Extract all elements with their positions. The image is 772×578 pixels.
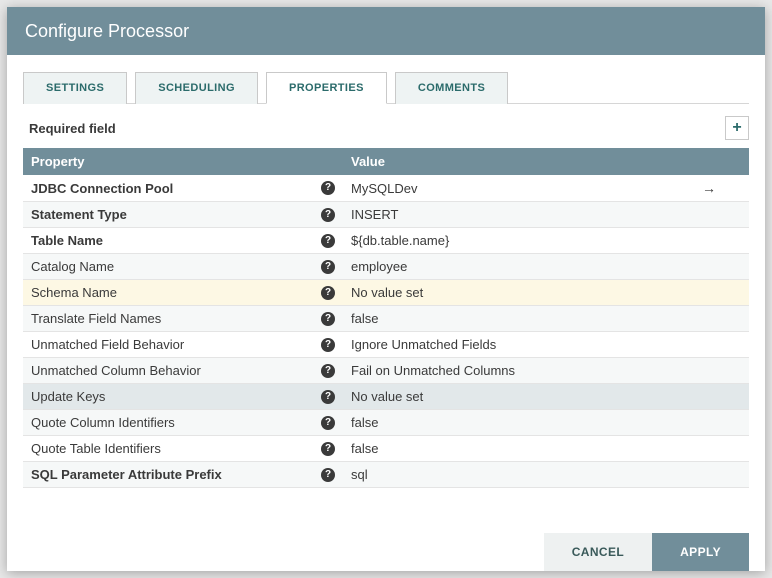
table-row[interactable]: Schema Name? No value set (23, 280, 749, 306)
cancel-button[interactable]: CANCEL (544, 533, 652, 571)
property-name: Translate Field Names (31, 311, 161, 326)
tab-settings[interactable]: SETTINGS (23, 72, 127, 104)
table-row[interactable]: JDBC Connection Pool? MySQLDev → (23, 175, 749, 202)
help-icon[interactable]: ? (321, 390, 335, 404)
help-icon[interactable]: ? (321, 416, 335, 430)
help-icon[interactable]: ? (321, 181, 335, 195)
help-icon[interactable]: ? (321, 234, 335, 248)
property-name: Quote Table Identifiers (31, 441, 161, 456)
table-row[interactable]: Unmatched Column Behavior? Fail on Unmatc… (23, 358, 749, 384)
property-value[interactable]: INSERT (343, 202, 669, 228)
help-icon[interactable]: ? (321, 338, 335, 352)
table-row[interactable]: SQL Parameter Attribute Prefix? sql (23, 462, 749, 488)
tab-comments[interactable]: COMMENTS (395, 72, 508, 104)
table-row[interactable]: Translate Field Names? false (23, 306, 749, 332)
dialog-body: SETTINGSSCHEDULINGPROPERTIESCOMMENTS Req… (7, 55, 765, 571)
property-value[interactable]: Ignore Unmatched Fields (343, 332, 669, 358)
help-icon[interactable]: ? (321, 364, 335, 378)
table-row[interactable]: Quote Table Identifiers? false (23, 436, 749, 462)
column-header-actions (669, 148, 749, 175)
help-icon[interactable]: ? (321, 312, 335, 326)
property-name: Table Name (31, 233, 103, 248)
properties-table: Property Value JDBC Connection Pool? MySQ… (23, 148, 749, 488)
required-field-label: Required field (29, 121, 116, 136)
property-value[interactable]: sql (343, 462, 669, 488)
table-row[interactable]: Table Name? ${db.table.name} (23, 228, 749, 254)
help-icon[interactable]: ? (321, 286, 335, 300)
dialog-title: Configure Processor (7, 7, 765, 55)
table-row[interactable]: Unmatched Field Behavior? Ignore Unmatche… (23, 332, 749, 358)
column-header-property: Property (23, 148, 343, 175)
plus-icon: + (732, 119, 741, 137)
table-row[interactable]: Update Keys? No value set (23, 384, 749, 410)
help-icon[interactable]: ? (321, 260, 335, 274)
property-name: Unmatched Field Behavior (31, 337, 184, 352)
property-name: SQL Parameter Attribute Prefix (31, 467, 222, 482)
property-value[interactable]: false (343, 436, 669, 462)
property-value[interactable]: false (343, 410, 669, 436)
help-icon[interactable]: ? (321, 442, 335, 456)
property-value[interactable]: MySQLDev (343, 175, 669, 202)
goto-service-icon[interactable]: → (702, 180, 716, 196)
help-icon[interactable]: ? (321, 468, 335, 482)
property-name: Unmatched Column Behavior (31, 363, 201, 378)
tab-bar: SETTINGSSCHEDULINGPROPERTIESCOMMENTS (23, 71, 749, 104)
property-value[interactable]: false (343, 306, 669, 332)
property-name: Quote Column Identifiers (31, 415, 175, 430)
table-row[interactable]: Statement Type? INSERT (23, 202, 749, 228)
table-row[interactable]: Catalog Name? employee (23, 254, 749, 280)
property-value[interactable]: No value set (343, 384, 669, 410)
dialog-footer: CANCEL APPLY (23, 525, 749, 571)
properties-toolbar: Required field + (29, 116, 749, 140)
help-icon[interactable]: ? (321, 208, 335, 222)
property-value[interactable]: No value set (343, 280, 669, 306)
table-row[interactable]: Quote Column Identifiers? false (23, 410, 749, 436)
property-name: Statement Type (31, 207, 127, 222)
column-header-value: Value (343, 148, 669, 175)
property-name: JDBC Connection Pool (31, 181, 173, 196)
property-name: Schema Name (31, 285, 117, 300)
property-name: Update Keys (31, 389, 105, 404)
tab-scheduling[interactable]: SCHEDULING (135, 72, 258, 104)
configure-processor-dialog: Configure Processor SETTINGSSCHEDULINGPR… (7, 7, 765, 571)
tab-properties[interactable]: PROPERTIES (266, 72, 387, 104)
apply-button[interactable]: APPLY (652, 533, 749, 571)
property-value[interactable]: Fail on Unmatched Columns (343, 358, 669, 384)
property-value[interactable]: employee (343, 254, 669, 280)
property-name: Catalog Name (31, 259, 114, 274)
add-property-button[interactable]: + (725, 116, 749, 140)
property-value[interactable]: ${db.table.name} (343, 228, 669, 254)
